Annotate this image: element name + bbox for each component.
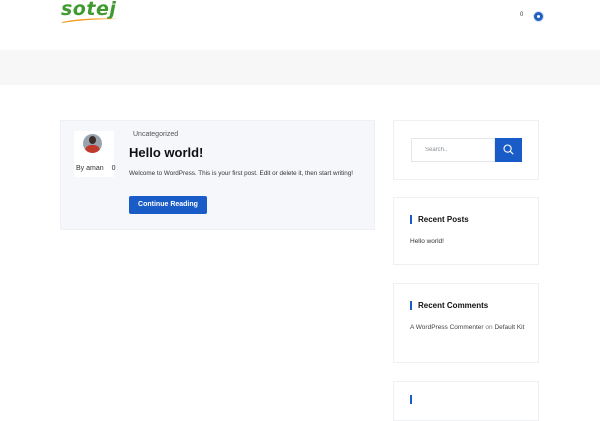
author-meta: By aman 0 [76, 165, 116, 172]
site-logo[interactable]: sotej [61, 0, 125, 26]
search-button[interactable] [495, 138, 522, 162]
logo-swoosh-icon [62, 18, 118, 23]
recent-comment-item: A WordPress Commenter on Default Kit [410, 322, 528, 335]
search-input[interactable] [411, 138, 495, 162]
comment-author[interactable]: A WordPress Commenter [410, 324, 484, 331]
search-icon [503, 144, 514, 155]
title-accent-bar [410, 301, 412, 310]
comments-count[interactable]: 0 [112, 165, 116, 172]
post-card: By aman 0 Uncategorized Hello world! Wel… [60, 120, 375, 230]
site-header: sotej 0 [0, 0, 600, 50]
author-prefix: By [76, 165, 85, 172]
avatar[interactable] [83, 134, 102, 153]
comment-post-link[interactable]: Default Kit [494, 324, 524, 331]
comment-on-word: on [485, 324, 493, 331]
recent-posts-title: Recent Posts [410, 215, 469, 224]
recent-posts-widget: Recent Posts Hello world! [393, 197, 539, 265]
title-accent-bar [410, 215, 412, 224]
recent-post-link[interactable]: Hello world! [410, 238, 444, 245]
next-widget-partial [393, 381, 539, 421]
user-icon[interactable] [533, 11, 544, 22]
recent-comments-title: Recent Comments [410, 301, 488, 310]
cart-count[interactable]: 0 [520, 12, 523, 18]
recent-comments-title-text: Recent Comments [418, 301, 489, 310]
post-excerpt: Welcome to WordPress. This is your first… [129, 170, 353, 177]
continue-reading-button[interactable]: Continue Reading [129, 196, 207, 214]
post-category[interactable]: Uncategorized [133, 131, 178, 138]
recent-comments-widget: Recent Comments A WordPress Commenter on… [393, 283, 539, 363]
search-widget [393, 120, 539, 180]
author-box: By aman 0 [74, 131, 116, 177]
recent-posts-title-text: Recent Posts [418, 215, 469, 224]
post-title[interactable]: Hello world! [129, 145, 203, 160]
page-title-band [0, 50, 600, 85]
author-name[interactable]: aman [86, 165, 104, 172]
